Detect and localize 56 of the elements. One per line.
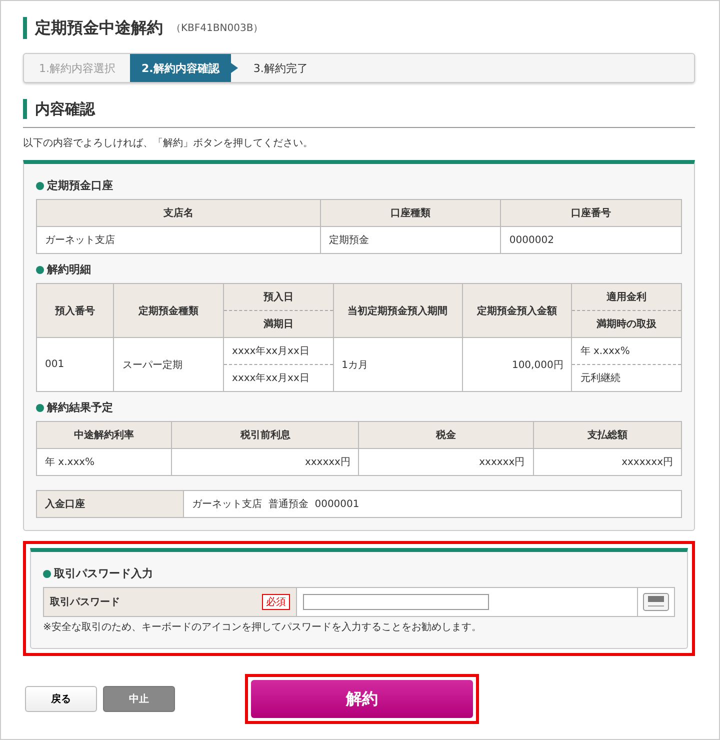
column-header: 口座番号 (500, 200, 682, 226)
table-cell: 年 x.xxx% (36, 448, 172, 476)
column-header: 定期預金種類 (138, 304, 199, 318)
subsection-heading: 定期預金口座 (47, 178, 113, 193)
table-cell: 定期預金 (320, 226, 501, 254)
table-cell: xxxxxx円 (172, 448, 359, 476)
column-header: 支払総額 (533, 422, 682, 448)
bullet-icon (36, 266, 44, 274)
column-header: 当初定期預金預入期間 (348, 304, 448, 318)
column-header: 適用金利 (606, 290, 647, 304)
subsection-heading: 解約結果予定 (47, 400, 113, 415)
keyboard-icon[interactable] (643, 593, 669, 611)
column-header: 預入日 (263, 290, 294, 304)
column-header: 預入番号 (55, 304, 96, 318)
column-header: 満期日 (263, 318, 294, 331)
step-arrow-icon (231, 63, 238, 73)
instruction-text: 以下の内容でよろしければ、「解約」ボタンを押してください。 (23, 136, 314, 150)
table-cell-text: 1カ月 (342, 358, 368, 372)
section-heading: 内容確認 (23, 99, 695, 119)
step-item: 1.解約内容選択 (38, 60, 116, 76)
bullet-icon (36, 404, 44, 412)
bullet-icon (43, 570, 51, 578)
page-title: 定期預金中途解約 (35, 18, 163, 38)
back-button[interactable]: 戻る (25, 686, 97, 712)
column-header: 支店名 (36, 200, 320, 226)
field-label: 取引パスワード (50, 596, 120, 609)
subsection-heading: 取引パスワード入力 (54, 566, 153, 581)
column-header: 満期時の取扱 (596, 318, 657, 331)
note-text: ※安全な取引のため、キーボードのアイコンを押してパスワードを入力することをお勧めします。 (43, 620, 482, 634)
column-header: 税引前利息 (172, 422, 359, 448)
table-cell: xxxxxxx円 (533, 448, 682, 476)
table-cell-text: スーパー定期 (122, 358, 182, 372)
screen-code: （KBF41BN003B） (171, 22, 264, 35)
cancel-contract-button[interactable]: 解約 (251, 680, 473, 718)
cancel-button[interactable]: 中止 (103, 686, 175, 712)
column-header: 税金 (358, 422, 534, 448)
step-item: 2.解約内容確認 (130, 54, 232, 82)
table-cell: ガーネット支店 普通預金 0000001 (184, 490, 682, 518)
column-header: 定期預金預入金額 (476, 304, 557, 318)
bullet-icon (36, 182, 44, 190)
table-cell: xxxxxx円 (358, 448, 534, 476)
row-header: 入金口座 (36, 490, 184, 518)
step-item: 3.解約完了 (252, 60, 309, 76)
password-field[interactable] (303, 594, 489, 610)
column-header: 中途解約利率 (36, 422, 172, 448)
table-cell: 001 (45, 359, 64, 370)
subsection-heading: 解約明細 (47, 262, 91, 277)
table-cell: ガーネット支店 (36, 226, 320, 254)
required-badge: 必須 (262, 594, 290, 610)
table-cell-text: 年 x.xxx% (580, 345, 630, 358)
table-cell-text: 100,000円 (512, 358, 564, 372)
table-cell-text: xxxx年xx月xx日 (232, 372, 310, 385)
table-cell-text: xxxx年xx月xx日 (232, 345, 310, 358)
column-header: 口座種類 (320, 200, 501, 226)
table-cell: 0000002 (500, 226, 682, 254)
table-cell-text: 元利継続 (580, 372, 620, 385)
